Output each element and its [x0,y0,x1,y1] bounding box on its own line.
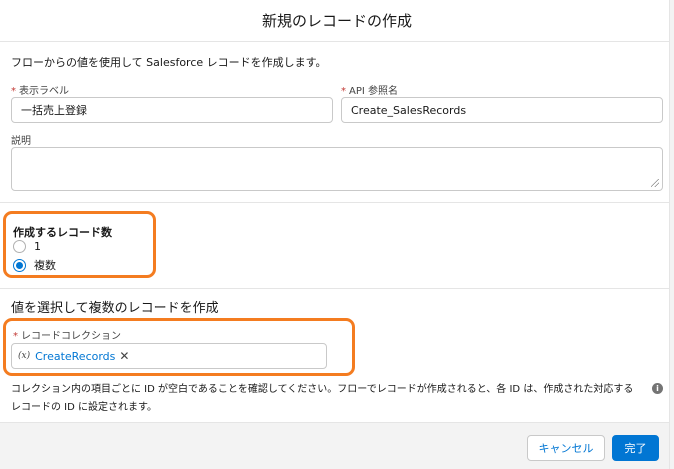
intro-text: フローからの値を使用して Salesforce レコードを作成します。 [11,56,327,69]
required-mark: * [341,86,346,97]
id-blank-note: コレクション内の項目ごとに ID が空白であることを確認してください。フローでレ… [11,384,634,413]
modal-footer: キャンセル 完了 [0,422,669,469]
modal-header: 新規のレコードの作成 [0,0,674,42]
resize-handle-icon[interactable] [651,179,659,187]
api-name-input[interactable]: Create_SalesRecords [341,97,663,123]
done-button[interactable]: 完了 [612,435,659,461]
radio-button[interactable] [13,240,26,253]
collection-field-label: * レコードコレクション [13,327,121,342]
info-icon[interactable]: i [652,383,663,394]
record-count-title: 作成するレコード数 [13,226,112,239]
section-divider [0,288,669,289]
label-field-text: 表示ラベル [19,86,69,97]
record-collection-input[interactable]: (x) CreateRecords ✕ [11,343,327,369]
radio-option-one[interactable]: 1 [13,240,41,253]
cancel-button[interactable]: キャンセル [527,435,605,461]
section-divider [0,202,669,203]
required-mark: * [11,86,16,97]
modal-title: 新規のレコードの作成 [261,12,412,30]
remove-pill-icon[interactable]: ✕ [119,349,129,363]
required-mark: * [13,331,18,342]
modal-scrollbar[interactable] [669,0,674,469]
radio-label: 複数 [34,259,56,272]
radio-label: 1 [34,240,41,253]
label-input[interactable]: 一括売上登録 [11,97,333,123]
api-name-field-label: * API 参照名 [341,82,398,97]
variable-icon: (x) [18,351,31,361]
multiple-section-heading: 値を選択して複数のレコードを作成 [11,301,219,316]
radio-button-selected[interactable] [13,258,26,272]
description-textarea[interactable] [11,147,663,191]
create-records-modal: 新規のレコードの作成 フローからの値を使用して Salesforce レコードを… [0,0,674,469]
api-name-field-text: API 参照名 [349,86,398,97]
description-label: 説明 [11,136,31,147]
collection-field-text: レコードコレクション [21,331,121,342]
label-field-label: * 表示ラベル [11,82,69,97]
radio-option-multiple[interactable]: 複数 [13,257,56,273]
selected-collection-pill[interactable]: (x) CreateRecords ✕ [15,347,132,365]
pill-label: CreateRecords [35,349,116,363]
